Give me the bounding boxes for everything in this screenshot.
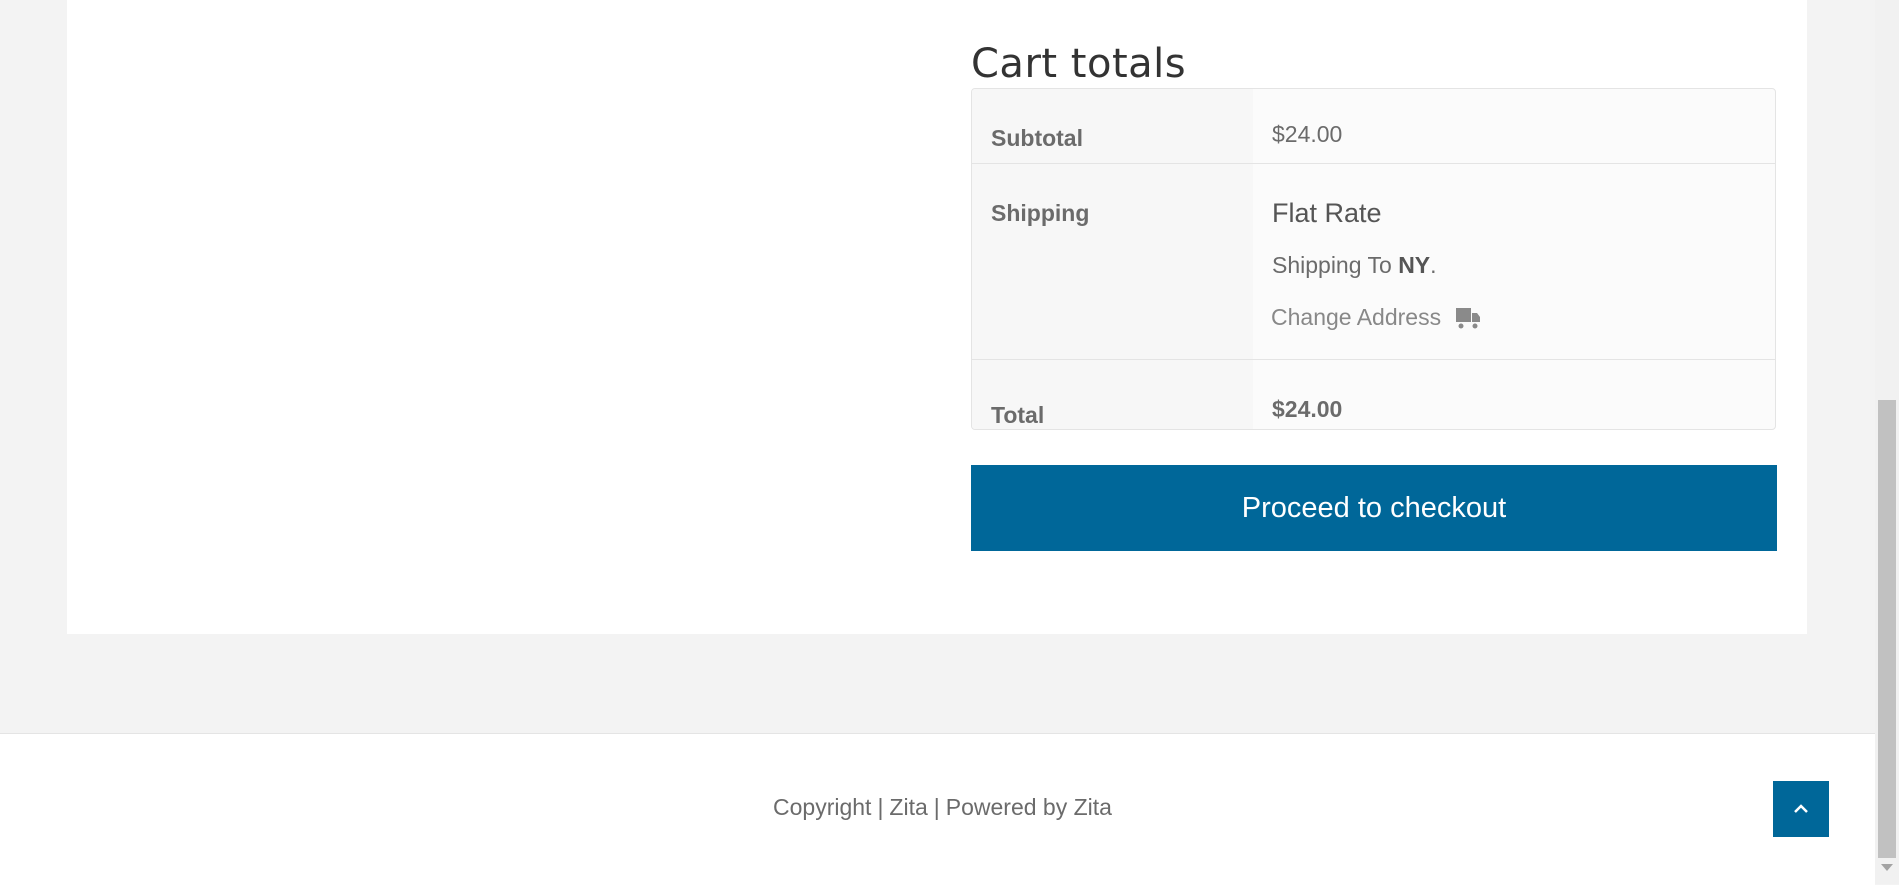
- shipping-to-prefix: Shipping To: [1272, 252, 1399, 278]
- total-value: $24.00: [1272, 396, 1343, 422]
- change-address-link[interactable]: Change Address: [1271, 304, 1481, 331]
- total-label: Total: [991, 402, 1045, 428]
- scrollbar-thumb[interactable]: [1878, 400, 1896, 858]
- scroll-to-top-button[interactable]: [1773, 781, 1829, 837]
- subtotal-label: Subtotal: [991, 125, 1083, 151]
- shipping-destination: Shipping To NY.: [1272, 252, 1437, 279]
- proceed-to-checkout-button[interactable]: Proceed to checkout: [971, 465, 1777, 551]
- site-footer: Copyright | Zita | Powered by Zita: [0, 733, 1875, 885]
- footer-separator: |: [877, 794, 884, 820]
- total-row: Total $24.00: [972, 359, 1775, 429]
- total-header-cell: Total: [972, 360, 1253, 429]
- shipping-label: Shipping: [991, 200, 1090, 226]
- subtotal-value: $24.00: [1272, 121, 1343, 147]
- shipping-header-cell: Shipping: [972, 164, 1253, 360]
- footer-brand: Zita: [889, 794, 928, 820]
- shipping-state: NY: [1398, 252, 1431, 278]
- shipping-method: Flat Rate: [1272, 198, 1382, 228]
- cart-totals-table: Subtotal $24.00 Shipping Flat Rate Shipp…: [971, 88, 1776, 430]
- footer-credits: Copyright | Zita | Powered by Zita: [773, 794, 1112, 821]
- subtotal-row: Subtotal $24.00: [972, 89, 1775, 163]
- truck-icon: [1456, 307, 1481, 328]
- footer-separator: |: [933, 794, 940, 820]
- shipping-to-suffix: .: [1430, 252, 1437, 278]
- vertical-scrollbar[interactable]: [1875, 0, 1899, 884]
- scroll-down-arrow-icon[interactable]: [1881, 864, 1893, 871]
- subtotal-header-cell: Subtotal: [972, 89, 1253, 163]
- cart-totals-heading: Cart totals: [971, 41, 1187, 88]
- copyright-text: Copyright: [773, 794, 872, 820]
- chevron-up-icon: [1794, 804, 1808, 813]
- change-address-label: Change Address: [1271, 304, 1442, 330]
- powered-by-text: Powered by Zita: [945, 794, 1112, 820]
